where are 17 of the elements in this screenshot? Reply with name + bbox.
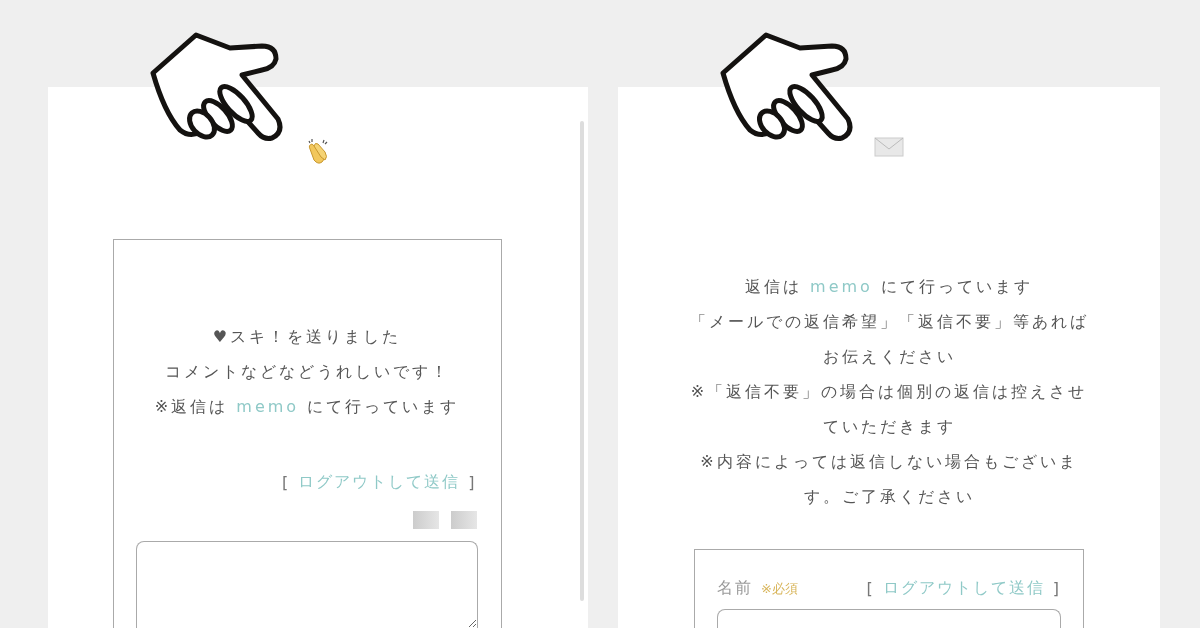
message-line: コメントなどなどうれしいです！ [164,361,450,383]
logout-send-link[interactable]: ログアウトして送信 [882,578,1045,599]
bracket: ] [468,473,477,492]
field-label: 名前 [717,578,753,599]
required-mark: ※必須 [761,580,798,598]
bracket: ] [1052,579,1061,598]
notice-text: ※内容によっては返信しない場合もございます。ご了承ください [699,451,1079,508]
notice-text: 「メールでの返信希望」「返信不要」等あればお伝えください [689,311,1089,368]
memo-link[interactable]: memo [810,277,873,296]
notice-text: ※「返信不要」の場合は個別の返信は控えさせていただきます [689,381,1089,438]
memo-link[interactable]: memo [236,397,300,416]
bracket: [ [282,473,291,492]
reply-note: 返信は memo にて行っています [744,276,1034,298]
logout-send-link[interactable]: ログアウトして送信 [298,472,461,493]
bracket: [ [866,579,875,598]
message-line: ♥スキ！を送りました [212,326,402,348]
reply-note: ※返信は memo にて行っています [154,396,460,418]
